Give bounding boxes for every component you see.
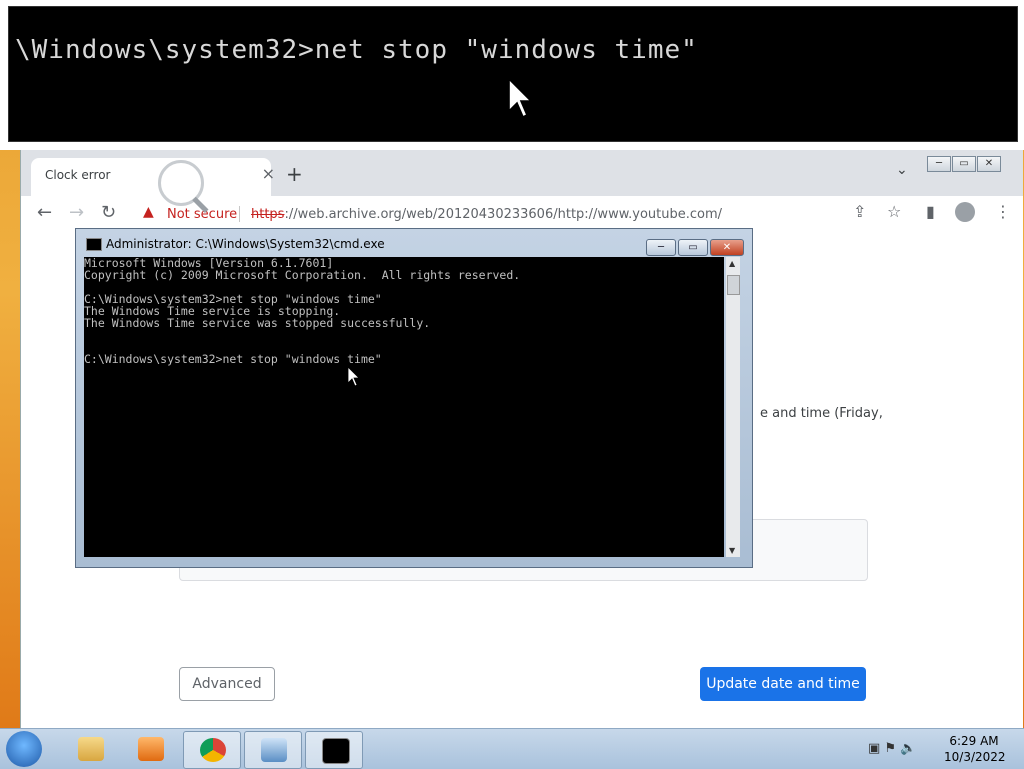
new-tab-button[interactable]: + bbox=[286, 162, 303, 186]
url-text[interactable]: https://web.archive.org/web/201204302336… bbox=[251, 207, 722, 222]
reload-icon[interactable]: ↻ bbox=[101, 202, 116, 223]
maximize-button[interactable]: ▭ bbox=[952, 156, 976, 172]
taskbar-explorer-icon[interactable] bbox=[62, 731, 118, 767]
magnifier-icon bbox=[261, 738, 287, 762]
cmd-window-controls: ─ ▭ ✕ bbox=[644, 235, 744, 256]
console-line: C:\Windows\system32>net stop "windows ti… bbox=[84, 352, 382, 366]
clock-date: 10/3/2022 bbox=[944, 750, 1006, 764]
url-scheme: https bbox=[251, 207, 285, 222]
magnified-command: \Windows\system32>net stop "windows time… bbox=[15, 35, 698, 65]
tab-close-icon[interactable]: × bbox=[262, 164, 275, 183]
side-panel-icon[interactable]: ▮ bbox=[926, 202, 935, 221]
scroll-thumb[interactable] bbox=[727, 275, 740, 295]
taskbar-chrome-icon[interactable] bbox=[183, 731, 241, 769]
cmd-title: Administrator: C:\Windows\System32\cmd.e… bbox=[106, 237, 385, 251]
mouse-cursor-icon bbox=[348, 367, 360, 387]
warning-triangle-icon[interactable]: ▲ bbox=[143, 204, 154, 220]
taskbar-cmd-icon[interactable] bbox=[305, 731, 363, 769]
tab-search-chevron-icon[interactable]: ⌄ bbox=[896, 162, 908, 178]
folder-icon bbox=[78, 737, 104, 761]
action-center-flag-icon[interactable]: ⚑ bbox=[884, 741, 896, 756]
cmd-close-button[interactable]: ✕ bbox=[710, 239, 744, 256]
cmd-icon bbox=[322, 738, 350, 764]
clock-time: 6:29 AM bbox=[949, 734, 999, 748]
close-button[interactable]: ✕ bbox=[977, 156, 1001, 172]
taskbar: ▣ ⚑ 🔈 6:29 AM 10/3/2022 bbox=[0, 728, 1024, 769]
network-icon[interactable]: ▣ bbox=[868, 741, 880, 756]
bookmark-star-icon[interactable]: ☆ bbox=[887, 202, 901, 221]
taskbar-media-player-icon[interactable] bbox=[122, 731, 178, 767]
media-player-icon bbox=[138, 737, 164, 761]
scroll-down-icon[interactable]: ▼ bbox=[729, 546, 735, 555]
omnibox-divider bbox=[239, 206, 240, 222]
advanced-button[interactable]: Advanced bbox=[179, 667, 275, 701]
profile-avatar-icon[interactable] bbox=[955, 202, 975, 222]
taskbar-magnifier-icon[interactable] bbox=[244, 731, 302, 769]
menu-kebab-icon[interactable]: ⋮ bbox=[995, 202, 1011, 221]
url-path: ://web.archive.org/web/20120430233606/ht… bbox=[284, 207, 723, 222]
scroll-up-icon[interactable]: ▲ bbox=[729, 259, 735, 268]
cmd-maximize-button[interactable]: ▭ bbox=[678, 239, 708, 256]
cmd-minimize-button[interactable]: ─ bbox=[646, 239, 676, 256]
tab-title: Clock error bbox=[45, 168, 111, 182]
forward-arrow-icon[interactable]: → bbox=[69, 202, 84, 223]
share-icon[interactable]: ⇪ bbox=[853, 202, 866, 221]
window-controls: ─ ▭ ✕ bbox=[926, 151, 1001, 172]
console-output[interactable]: Microsoft Windows [Version 6.1.7601] Cop… bbox=[84, 257, 724, 557]
magnified-console: \Windows\system32>net stop "windows time… bbox=[8, 6, 1018, 142]
volume-icon[interactable]: 🔈 bbox=[900, 741, 916, 756]
console-line: The Windows Time service was stopped suc… bbox=[84, 316, 431, 330]
start-button-icon[interactable] bbox=[6, 731, 42, 767]
update-date-time-button[interactable]: Update date and time bbox=[700, 667, 866, 701]
system-clock[interactable]: 6:29 AM 10/3/2022 bbox=[944, 733, 1006, 765]
tab-clock-error[interactable]: Clock error × bbox=[31, 158, 275, 196]
address-bar[interactable]: ▲ Not secure https://web.archive.org/web… bbox=[133, 200, 843, 228]
magnifier-view: \Windows\system32>net stop "windows time… bbox=[0, 0, 1024, 150]
system-tray: ▣ ⚑ 🔈 bbox=[868, 741, 916, 756]
back-arrow-icon[interactable]: ← bbox=[37, 202, 52, 223]
cmd-scrollbar[interactable]: ▲ ▼ bbox=[726, 257, 740, 557]
error-description-text: e and time (Friday, bbox=[760, 406, 883, 421]
console-line: Copyright (c) 2009 Microsoft Corporation… bbox=[84, 268, 521, 282]
cmd-app-icon bbox=[86, 238, 102, 251]
cmd-window: Administrator: C:\Windows\System32\cmd.e… bbox=[75, 228, 753, 568]
minimize-button[interactable]: ─ bbox=[927, 156, 951, 172]
chrome-icon bbox=[200, 738, 226, 762]
mouse-cursor-icon bbox=[509, 79, 533, 119]
